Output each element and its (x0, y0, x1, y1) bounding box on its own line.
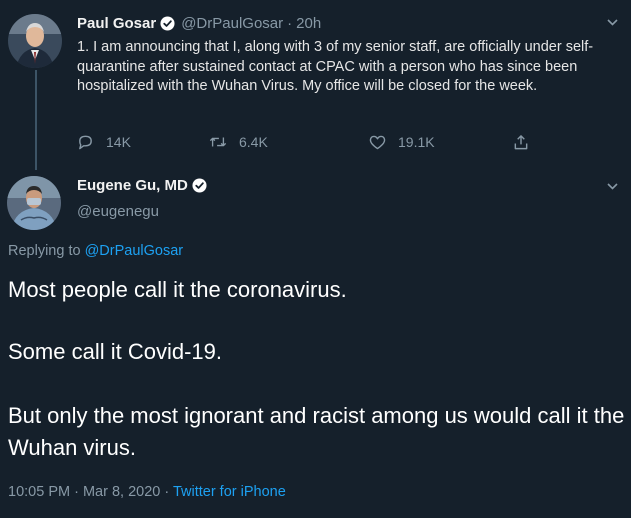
separator: · (287, 15, 293, 32)
action-bar: 14K 6.4K 19.1K (77, 134, 537, 154)
replying-to-link[interactable]: @DrPaulGosar (85, 243, 184, 259)
tweet-screenshot: Paul Gosar @DrPaulGosar · 20h 1. I am an… (0, 0, 634, 523)
author-handle[interactable]: @DrPaulGosar (181, 15, 283, 32)
reply-count: 14K (106, 134, 131, 150)
tweet-meta: 10:05 PM · Mar 8, 2020 · Twitter for iPh… (8, 484, 286, 500)
tweet-source-link[interactable]: Twitter for iPhone (173, 484, 286, 500)
like-count: 19.1K (398, 134, 435, 150)
tweet-paragraph: Some call it Covid-19. (8, 339, 222, 364)
retweet-count: 6.4K (239, 134, 268, 150)
tweet-paragraph: Most people call it the coronavirus. (8, 277, 347, 302)
avatar[interactable] (7, 176, 61, 230)
thread-line (35, 70, 37, 170)
heart-icon (369, 135, 398, 150)
avatar[interactable] (8, 14, 62, 68)
tweet-paragraph: But only the most ignorant and racist am… (8, 403, 625, 460)
replying-to: Replying to @DrPaulGosar (8, 243, 183, 259)
author-name[interactable]: Paul Gosar (77, 15, 156, 32)
share-icon (513, 134, 541, 151)
replying-label: Replying to (8, 243, 81, 259)
tweet-timestamp[interactable]: 10:05 PM · Mar 8, 2020 · (8, 484, 173, 500)
share-button[interactable] (513, 134, 541, 151)
author-name[interactable]: Eugene Gu, MD (77, 177, 188, 194)
chevron-down-icon[interactable] (607, 14, 618, 29)
reply-icon (77, 134, 106, 150)
chevron-down-icon[interactable] (607, 178, 618, 193)
tweet-text: 1. I am announcing that I, along with 3 … (77, 39, 594, 94)
like-button[interactable]: 19.1K (369, 134, 435, 150)
author-handle[interactable]: @eugenegu (77, 203, 159, 220)
verified-badge-icon (192, 178, 207, 193)
retweet-icon (209, 135, 239, 149)
verified-badge-icon (160, 16, 175, 31)
tweet-time[interactable]: 20h (296, 15, 321, 32)
retweet-button[interactable]: 6.4K (209, 134, 268, 150)
reply-button[interactable]: 14K (77, 134, 131, 150)
